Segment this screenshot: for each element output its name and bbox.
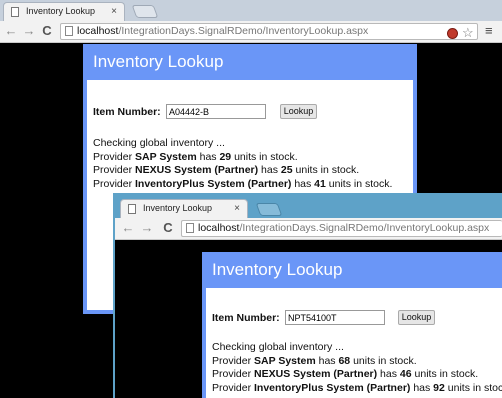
tab-title: Inventory Lookup — [26, 6, 96, 16]
item-number-input[interactable] — [285, 310, 385, 325]
lookup-button[interactable]: Lookup — [280, 104, 317, 119]
back-arrow-icon[interactable]: ← — [4, 24, 18, 38]
url-text: localhost/IntegrationDays.SignalRDemo/In… — [198, 222, 490, 234]
page-icon — [186, 223, 194, 233]
provider-line: Provider InventoryPlus System (Partner) … — [212, 381, 502, 394]
reload-icon[interactable]: C — [40, 24, 54, 38]
bookmark-star-icon[interactable]: ☆ — [462, 24, 474, 39]
browser-tab[interactable]: Inventory Lookup × — [3, 2, 125, 21]
browser-window-2: Inventory Lookup × ← → C localhost/Integ… — [113, 193, 502, 398]
item-number-label: Item Number: — [93, 106, 161, 118]
item-number-row: Item Number: Lookup — [212, 310, 435, 325]
provider-line: Provider NEXUS System (Partner) has 25 u… — [93, 164, 360, 176]
checking-status: Checking global inventory ... — [93, 137, 225, 149]
provider-line: Provider SAP System has 29 units in stoc… — [93, 150, 298, 163]
document-icon — [11, 7, 19, 17]
item-number-label: Item Number: — [212, 312, 280, 324]
checking-status: Checking global inventory ... — [212, 341, 344, 353]
close-tab-icon[interactable]: × — [234, 200, 240, 217]
provider-line: Provider SAP System has 68 units in stoc… — [212, 354, 417, 367]
browser-tab[interactable]: Inventory Lookup × — [120, 199, 248, 218]
browser-toolbar: ← → C localhost/IntegrationDays.SignalRD… — [0, 21, 502, 43]
results-area: Checking global inventory ... Provider S… — [212, 341, 502, 395]
menu-icon[interactable]: ≡ — [485, 24, 493, 38]
page-title: Inventory Lookup — [87, 44, 413, 80]
browser-toolbar: ← → C localhost/IntegrationDays.SignalRD… — [115, 218, 502, 240]
reload-icon[interactable]: C — [161, 221, 175, 235]
forward-arrow-icon[interactable]: → — [22, 24, 36, 38]
results-area: Checking global inventory ... Provider S… — [93, 137, 392, 191]
new-tab-button[interactable] — [255, 203, 283, 216]
address-bar[interactable]: localhost/IntegrationDays.SignalRDemo/In… — [181, 220, 502, 237]
inventory-panel: Inventory Lookup Item Number: Lookup Che… — [202, 252, 502, 398]
tab-title: Inventory Lookup — [143, 203, 213, 213]
document-icon — [128, 204, 136, 214]
item-number-row: Item Number: Lookup — [93, 104, 317, 119]
new-tab-button[interactable] — [131, 5, 159, 18]
tab-strip: Inventory Lookup × — [115, 195, 502, 218]
forward-arrow-icon[interactable]: → — [140, 221, 154, 235]
address-bar[interactable]: localhost/IntegrationDays.SignalRDemo/In… — [60, 23, 478, 40]
lookup-button[interactable]: Lookup — [398, 310, 435, 325]
extension-icon[interactable] — [447, 28, 458, 39]
page-icon — [65, 26, 73, 36]
provider-line: Provider InventoryPlus System (Partner) … — [93, 177, 393, 190]
provider-line: Provider NEXUS System (Partner) has 46 u… — [212, 368, 479, 380]
item-number-input[interactable] — [166, 104, 266, 119]
back-arrow-icon[interactable]: ← — [121, 221, 135, 235]
tab-strip: Inventory Lookup × — [0, 0, 502, 21]
url-text: localhost/IntegrationDays.SignalRDemo/In… — [77, 25, 369, 37]
page-title: Inventory Lookup — [206, 252, 502, 288]
close-tab-icon[interactable]: × — [111, 3, 117, 20]
